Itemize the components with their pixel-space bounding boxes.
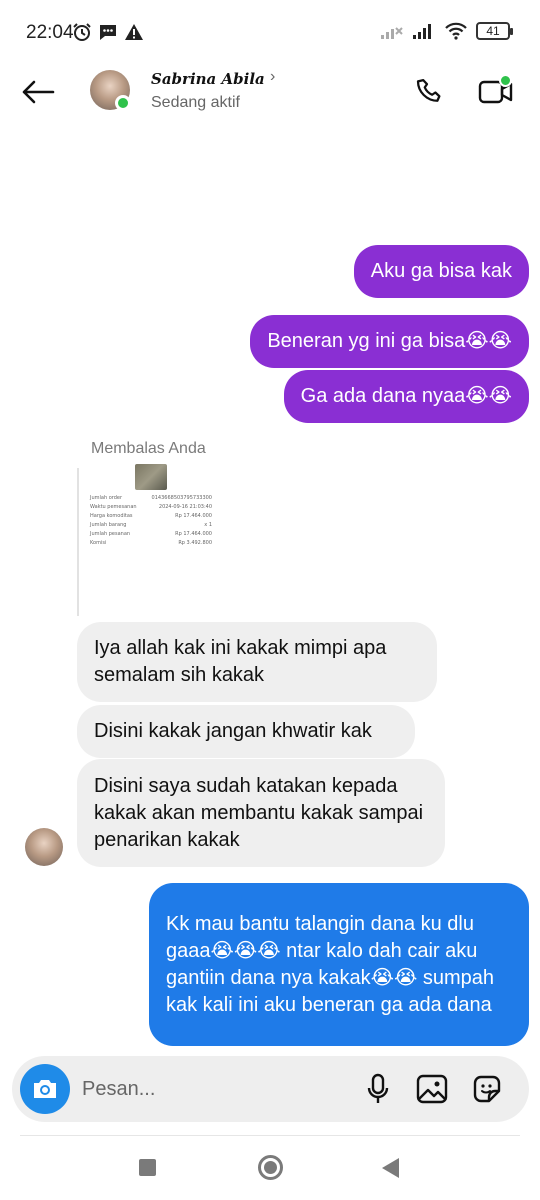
message-text: Aku ga bisa kak: [370, 260, 512, 282]
system-back-button[interactable]: [382, 1158, 399, 1178]
receipt-row: Waktu pemesanan 2024-09-16 21:03:40: [90, 504, 212, 510]
message-outgoing[interactable]: Ga ada dana nyaa😭😭: [283, 370, 529, 423]
message-composer: [12, 1056, 529, 1122]
signal-off-icon: [381, 27, 403, 39]
contact-status: Sedang aktif: [151, 94, 240, 111]
home-button[interactable]: [258, 1155, 283, 1180]
microphone-button[interactable]: [362, 1072, 394, 1106]
replied-receipt-image[interactable]: Jumlah order 0143668503795733300 Waktu pe…: [90, 462, 215, 612]
receipt-row: Jumlah order 0143668503795733300: [90, 495, 212, 501]
message-outgoing-latest[interactable]: Kk mau bantu talangin dana ku dlu gaaa😭😭…: [149, 883, 529, 1046]
reply-bar: [77, 468, 79, 616]
phone-icon: [416, 79, 441, 102]
receipt-row: Komisi Rp 3.492.800: [90, 540, 212, 546]
message-incoming[interactable]: Disini saya sudah katakan kepada kakak a…: [77, 759, 445, 867]
message-text: Disini kakak jangan khwatir kak: [94, 720, 372, 742]
receipt-row: Jumlah pesanan Rp 17.464.000: [90, 531, 212, 537]
status-time: 22:04: [26, 22, 74, 43]
message-outgoing[interactable]: Beneran yg ini ga bisa😭😭: [250, 315, 529, 368]
online-indicator: [115, 95, 131, 111]
message-incoming[interactable]: Disini kakak jangan khwatir kak: [77, 705, 415, 758]
signal-icon: [413, 24, 431, 39]
image-icon: [416, 1074, 448, 1104]
message-input[interactable]: [82, 1074, 332, 1104]
receipt-row: Harga komoditas Rp 17.464.000: [90, 513, 212, 519]
message-outgoing[interactable]: Aku ga bisa kak: [353, 245, 529, 298]
chevron-right-icon[interactable]: ›: [270, 68, 275, 86]
back-button[interactable]: [18, 72, 58, 112]
sender-avatar[interactable]: [25, 828, 63, 866]
microphone-icon: [367, 1073, 389, 1103]
wifi-icon: [445, 22, 467, 40]
status-left-icons: [72, 22, 144, 42]
warning-icon: [125, 24, 143, 40]
message-text: Kk mau bantu talangin dana ku dlu gaaa😭😭…: [166, 912, 495, 1016]
message-text: Iya allah kak ini kakak mimpi apa semala…: [94, 637, 387, 686]
message-text: Ga ada dana nyaa😭😭: [300, 385, 512, 407]
message-icon: [100, 25, 116, 40]
message-incoming[interactable]: Iya allah kak ini kakak mimpi apa semala…: [77, 622, 437, 702]
battery-level: 41: [486, 24, 500, 38]
alarm-icon: [73, 23, 91, 41]
receipt-product-thumbnail: [135, 464, 167, 490]
divider: [20, 1135, 520, 1136]
camera-icon: [34, 1080, 56, 1098]
camera-button[interactable]: [20, 1064, 70, 1114]
arrow-left-icon: [22, 80, 55, 104]
reply-label: Membalas Anda: [91, 440, 206, 457]
status-bar: 22:04 41: [0, 0, 540, 60]
video-online-dot: [499, 74, 512, 87]
contact-name[interactable]: Sabrina Abila: [151, 70, 265, 88]
sticker-icon: [473, 1075, 501, 1103]
message-text: Disini saya sudah katakan kepada kakak a…: [94, 774, 424, 851]
recents-button[interactable]: [139, 1159, 156, 1176]
call-button[interactable]: [410, 72, 450, 112]
video-call-button[interactable]: [474, 72, 518, 112]
chat-header: Sabrina Abila › Sedang aktif: [0, 60, 540, 130]
status-right-icons: 41: [380, 22, 513, 40]
gallery-button[interactable]: [415, 1072, 449, 1106]
sticker-button[interactable]: [470, 1072, 504, 1106]
battery-icon: 41: [476, 22, 513, 40]
message-text: Beneran yg ini ga bisa😭😭: [267, 330, 512, 352]
receipt-row: Jumlah barang x 1: [90, 522, 212, 528]
